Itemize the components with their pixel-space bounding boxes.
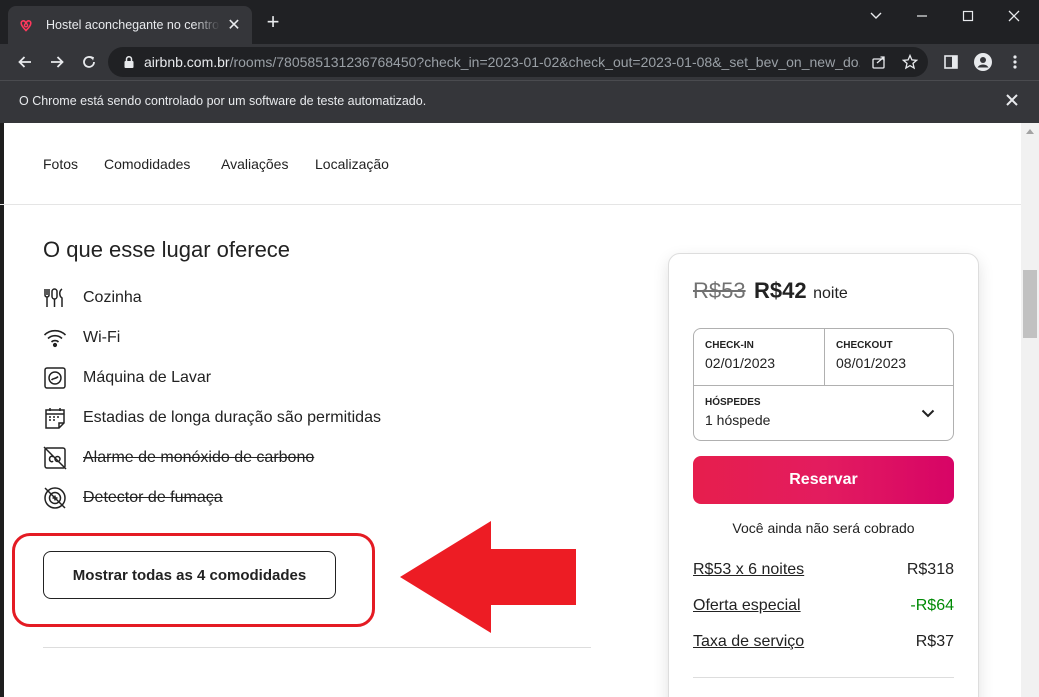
back-icon[interactable] xyxy=(13,50,37,74)
amenity-item: Wi-Fi xyxy=(43,325,120,351)
annotation-arrow-icon xyxy=(400,521,576,633)
kitchen-icon xyxy=(43,286,67,310)
window-close-icon[interactable] xyxy=(999,6,1029,26)
tab-title: Hostel aconchegante no centro histórico xyxy=(46,18,220,32)
nav-link-location[interactable]: Localização xyxy=(315,156,389,172)
side-panel-icon[interactable] xyxy=(939,50,963,74)
forward-icon[interactable] xyxy=(45,50,69,74)
card-divider xyxy=(693,677,954,678)
amenity-item: Detector de fumaça xyxy=(43,485,223,511)
maximize-icon[interactable] xyxy=(953,6,983,26)
page-content: Fotos Comodidades Avaliações Localização… xyxy=(0,123,1021,697)
fee-value: R$37 xyxy=(915,633,954,650)
guests-value: 1 hóspede xyxy=(705,412,771,428)
no-charge-note: Você ainda não será cobrado xyxy=(732,520,915,536)
smoke-detector-icon xyxy=(43,486,67,510)
checkin-value: 02/01/2023 xyxy=(705,355,776,371)
checkin-label: CHECK-IN xyxy=(705,340,754,351)
guests-field[interactable]: HÓSPEDES 1 hóspede xyxy=(694,386,953,440)
address-bar[interactable]: airbnb.com.br/rooms/780585131236768450?c… xyxy=(108,47,928,77)
amenity-label: Detector de fumaça xyxy=(83,489,223,506)
profile-avatar-icon[interactable] xyxy=(971,50,995,74)
checkout-field[interactable]: CHECKOUT 08/01/2023 xyxy=(825,329,953,385)
original-price: R$53 xyxy=(693,278,746,303)
booking-card: R$53 R$42 noite CHECK-IN 02/01/2023 CHEC… xyxy=(668,253,979,697)
tab-close-icon[interactable]: ✕ xyxy=(226,15,242,35)
bookmark-star-icon[interactable] xyxy=(901,53,919,71)
amenity-label: Cozinha xyxy=(83,289,142,306)
fee-label-special-offer[interactable]: Oferta especial xyxy=(693,597,801,615)
date-guest-picker: CHECK-IN 02/01/2023 CHECKOUT 08/01/2023 … xyxy=(693,328,954,441)
chevron-down-icon[interactable] xyxy=(920,405,936,421)
fee-row: R$53 x 6 noites R$318 xyxy=(693,561,954,581)
amenities-heading: O que esse lugar oferece xyxy=(43,237,291,262)
co-alarm-icon xyxy=(43,446,67,470)
show-all-amenities-button[interactable]: Mostrar todas as 4 comodidades xyxy=(43,551,336,599)
browser-tab[interactable]: Hostel aconchegante no centro histórico … xyxy=(8,6,252,44)
scroll-up-icon[interactable] xyxy=(1026,129,1034,134)
url-text[interactable]: airbnb.com.br/rooms/780585131236768450?c… xyxy=(144,54,860,70)
nav-link-photos[interactable]: Fotos xyxy=(43,156,78,172)
amenity-item: Cozinha xyxy=(43,285,142,311)
section-divider xyxy=(43,647,591,648)
reload-icon[interactable] xyxy=(77,50,101,74)
automation-infobar: O Chrome está sendo controlado por um so… xyxy=(0,80,1039,123)
share-icon[interactable] xyxy=(870,53,888,71)
new-tab-icon[interactable]: + xyxy=(262,11,284,34)
amenity-label: Alarme de monóxido de carbono xyxy=(83,449,315,466)
tab-search-icon[interactable] xyxy=(861,6,891,26)
browser-toolbar: airbnb.com.br/rooms/780585131236768450?c… xyxy=(0,44,1039,80)
guests-label: HÓSPEDES xyxy=(705,397,761,408)
fee-label-nights[interactable]: R$53 x 6 noites xyxy=(693,561,804,579)
washer-icon xyxy=(43,366,67,390)
discounted-price: R$42 xyxy=(754,278,807,303)
page-scrollbar[interactable] xyxy=(1021,123,1039,697)
checkout-value: 08/01/2023 xyxy=(836,355,907,371)
window-edge xyxy=(0,123,4,697)
fee-value: R$318 xyxy=(906,561,954,578)
amenity-label: Estadias de longa duração são permitidas xyxy=(83,409,381,426)
price-row: R$53 R$42 noite xyxy=(693,278,848,304)
minimize-icon[interactable] xyxy=(907,6,937,26)
nav-link-reviews[interactable]: Avaliações xyxy=(221,156,288,172)
scrollbar-thumb[interactable] xyxy=(1023,270,1037,338)
fee-value-discount: -R$64 xyxy=(910,597,954,614)
menu-kebab-icon[interactable] xyxy=(1003,50,1027,74)
infobar-message: O Chrome está sendo controlado por um so… xyxy=(19,94,427,108)
reserve-button[interactable]: Reservar xyxy=(693,456,954,504)
amenity-label: Máquina de Lavar xyxy=(83,369,212,386)
nav-link-amenities[interactable]: Comodidades xyxy=(104,156,190,172)
fee-label-service[interactable]: Taxa de serviço xyxy=(693,633,804,651)
browser-titlebar: Hostel aconchegante no centro histórico … xyxy=(0,0,1039,44)
amenity-item: Alarme de monóxido de carbono xyxy=(43,445,314,471)
checkout-label: CHECKOUT xyxy=(836,340,893,351)
wifi-icon xyxy=(43,326,67,350)
fee-row: Oferta especial -R$64 xyxy=(693,597,954,617)
amenity-label: Wi-Fi xyxy=(83,329,121,346)
amenity-item: Máquina de Lavar xyxy=(43,365,211,391)
price-unit: noite xyxy=(813,285,848,302)
calendar-icon xyxy=(43,406,67,430)
checkin-field[interactable]: CHECK-IN 02/01/2023 xyxy=(694,329,824,385)
airbnb-logo-icon xyxy=(18,17,34,33)
section-nav: Fotos Comodidades Avaliações Localização xyxy=(0,123,1021,205)
fee-row: Taxa de serviço R$37 xyxy=(693,633,954,653)
lock-icon[interactable] xyxy=(122,55,136,69)
infobar-close-icon[interactable] xyxy=(1005,93,1021,109)
amenity-item: Estadias de longa duração são permitidas xyxy=(43,405,381,431)
